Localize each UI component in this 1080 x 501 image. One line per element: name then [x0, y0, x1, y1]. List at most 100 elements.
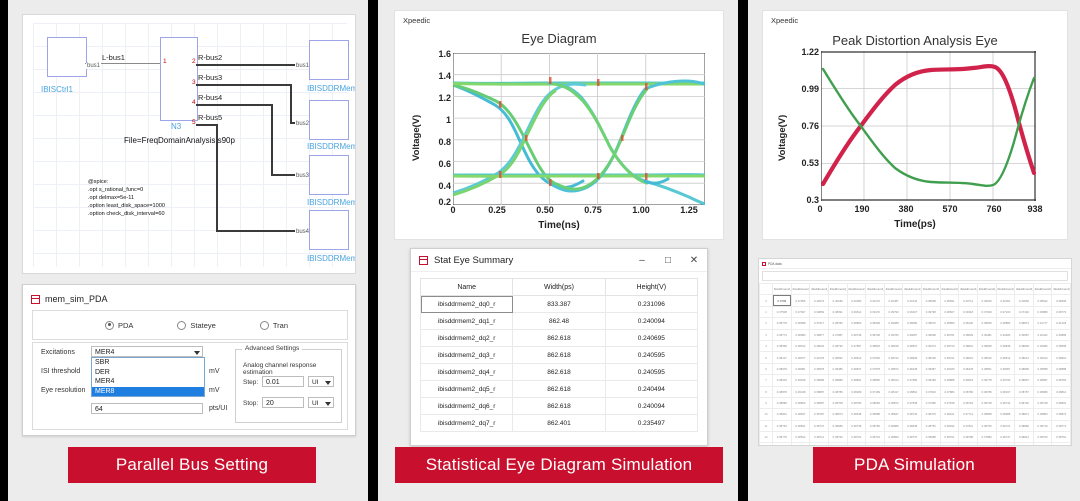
stat-eye-titlebar[interactable]: Stat Eye Summary – □ ✕	[411, 249, 707, 272]
spreadsheet-cell[interactable]: 0.38248	[902, 362, 922, 376]
spreadsheet-cell[interactable]: 0.38820	[790, 396, 811, 410]
spreadsheet-cell[interactable]: 0.37821	[958, 419, 978, 433]
formula-bar[interactable]	[762, 271, 1068, 281]
spreadsheet-cell[interactable]: 0.39087	[921, 362, 941, 376]
spreadsheet-cell[interactable]: 0.38764	[772, 419, 792, 433]
spreadsheet-cell[interactable]: 0.38718	[958, 396, 978, 410]
spreadsheet-cell[interactable]: 0.37607	[790, 305, 811, 319]
spreadsheet-cell[interactable]: 0.40170	[865, 294, 885, 307]
spreadsheet-cell[interactable]: 0.38812	[1014, 431, 1034, 444]
spreadsheet-cell[interactable]: 0.37818	[939, 396, 960, 410]
spreadsheet-cell[interactable]: 0.40422	[1032, 328, 1053, 341]
pda-eye-chart[interactable]: Xpeedic Peak Distortion Analysis Eye Vol…	[762, 10, 1068, 240]
spreadsheet-cell[interactable]: 0.38742	[995, 396, 1016, 410]
spreadsheet-cell[interactable]: 0.37884	[976, 431, 997, 444]
spreadsheet-cell[interactable]: 0.38700	[1032, 431, 1053, 444]
spreadsheet-column-header[interactable]: ibisddrmem0_dq1_r	[939, 282, 960, 296]
dropdown-option-mer8[interactable]: MER8	[92, 386, 204, 396]
spreadsheet-column-header[interactable]: ibisddrmem2_dq7_r	[902, 282, 922, 296]
spreadsheet-cell[interactable]: 0.41418	[1051, 317, 1071, 330]
pda-data-spreadsheet[interactable]: PDA data ibisddrmem2_dq0_ribisddrmem2_dq…	[758, 258, 1072, 446]
spreadsheet-cell[interactable]: 0.40819	[976, 294, 997, 307]
spreadsheet-column-header[interactable]: ibisddrmem0_dq3_r	[976, 282, 997, 296]
mem-sim-pda-dialog[interactable]: mem_sim_PDA PDA Stateye Tran Excitations…	[22, 284, 356, 436]
block-ibisddrmem4[interactable]	[309, 155, 349, 195]
spreadsheet-cell[interactable]: 0.38765	[1032, 442, 1053, 445]
spreadsheet-cell[interactable]: 0.38734	[902, 408, 922, 421]
spreadsheet-cell[interactable]: 0.38780	[846, 396, 867, 410]
spreadsheet-cell[interactable]: 0.37980	[902, 374, 922, 387]
spreadsheet-cell[interactable]: 0.38787	[809, 408, 829, 421]
spreadsheet-cell[interactable]: 0.39780	[883, 328, 904, 341]
spreadsheet-cell[interactable]: 0.39790	[883, 305, 904, 319]
spreadsheet-row-header[interactable]: 1	[759, 305, 773, 319]
spreadsheet-cell[interactable]: 0.38683	[865, 396, 885, 410]
spreadsheet-cell[interactable]: 0.40487	[883, 294, 904, 307]
spreadsheet-cell[interactable]: 0.38773	[1051, 305, 1071, 319]
spreadsheet-cell[interactable]: 0.37848	[902, 396, 922, 410]
spreadsheet-cell[interactable]: 0.38632	[809, 339, 829, 353]
spreadsheet-cell[interactable]: 0.39798	[921, 305, 941, 319]
spreadsheet-cell[interactable]: 0.38848	[995, 339, 1016, 353]
spreadsheet-cell[interactable]: 0.38987	[1032, 374, 1053, 387]
spreadsheet-cell[interactable]: 0.38740	[921, 442, 941, 445]
spreadsheet-cell[interactable]: 0.38648	[902, 419, 922, 433]
spreadsheet-row-header[interactable]: 2	[759, 317, 773, 330]
spreadsheet-column-header[interactable]: ibisddrmem2_dq0_r	[772, 282, 792, 296]
dropdown-option-mer4[interactable]: MER4	[92, 377, 204, 387]
spreadsheet-cell[interactable]: 0.39889	[1051, 328, 1071, 341]
spreadsheet-cell[interactable]: 0.38914	[883, 374, 904, 387]
eye-diagram-chart[interactable]: Xpeedic Eye Diagram Voltage(V) Time(ns) …	[394, 10, 724, 240]
spreadsheet-column-header[interactable]: ibisddrmem0_dq0_r	[921, 282, 941, 296]
spreadsheet-cell[interactable]: 0.38970	[921, 317, 941, 330]
spreadsheet-cell[interactable]: 0.38701	[846, 431, 867, 444]
table-row[interactable]: ibisddrmem2_dq1_r 862.48 0.240094	[419, 312, 699, 330]
block-ibisddrmem2[interactable]	[309, 40, 349, 80]
spreadsheet-column-header[interactable]: ibisddrmem0_dq6_r	[1032, 282, 1053, 296]
spreadsheet-cell[interactable]: 0.38698	[921, 328, 941, 341]
spreadsheet-cell[interactable]: 0.38098	[790, 317, 811, 330]
spreadsheet-cell[interactable]: 0.38890	[939, 317, 960, 330]
spreadsheet-cell[interactable]: 0.39087	[902, 328, 922, 341]
spreadsheet-cell[interactable]: 0.38588	[1032, 362, 1053, 376]
spreadsheet-cell[interactable]: 0.38821	[790, 419, 811, 433]
eye-resolution-input[interactable]: 64	[91, 403, 203, 414]
spreadsheet-row-header[interactable]: 0	[759, 294, 773, 307]
spreadsheet-cell[interactable]: 0.38897	[1014, 374, 1034, 387]
spreadsheet-cell[interactable]: 0.38788	[958, 431, 978, 444]
spreadsheet-cell[interactable]: 0.38918	[883, 339, 904, 353]
spreadsheet-column-header[interactable]: ibisddrmem2_dq6_r	[883, 282, 904, 296]
spreadsheet-cell[interactable]: 0.38721	[995, 419, 1016, 433]
spreadsheet-cell[interactable]: 0.38868	[976, 408, 997, 421]
spreadsheet-column-header[interactable]: ibisddrmem0_dq7_r	[1051, 282, 1071, 296]
spreadsheet-cell[interactable]: 0.38872	[883, 362, 904, 376]
spreadsheet-cell[interactable]: 0.38818	[865, 339, 885, 353]
spreadsheet-cell[interactable]: 0.38891	[846, 374, 867, 387]
spreadsheet-cell[interactable]: 0.38748	[865, 328, 885, 341]
spreadsheet-cell[interactable]: 0.38814	[883, 442, 904, 445]
spreadsheet-cell[interactable]: 0.39348	[790, 385, 811, 398]
spreadsheet-cell[interactable]: 0.39012	[1032, 351, 1053, 364]
spreadsheet-cell[interactable]: 0.38722	[883, 351, 904, 364]
spreadsheet-column-header[interactable]: ibisddrmem2_dq1_r	[790, 282, 811, 296]
spreadsheet-cell[interactable]: 0.38847	[883, 408, 904, 421]
spreadsheet-cell[interactable]: 0.37801	[995, 442, 1016, 445]
table-row[interactable]: ibisddrmem2_dq4_r 862.618 0.240595	[419, 363, 699, 381]
spreadsheet-cell[interactable]: 0.38748	[976, 396, 997, 410]
spreadsheet-cell[interactable]: 0.38712	[902, 442, 922, 445]
spreadsheet-cell[interactable]: 0.38898	[809, 374, 829, 387]
spreadsheet-column-header[interactable]: ibisddrmem2_dq5_r	[865, 282, 885, 296]
spreadsheet-cell[interactable]: 0.38747	[995, 431, 1016, 444]
spreadsheet-cell[interactable]: 0.38919	[772, 374, 792, 387]
spreadsheet-cell[interactable]: 0.37189	[865, 385, 885, 398]
spreadsheet-cell[interactable]: 0.38891	[902, 385, 922, 398]
spreadsheet-cell[interactable]: 0.38091	[827, 305, 848, 319]
spreadsheet-cell[interactable]: 0.38562	[827, 351, 848, 364]
spreadsheet-cell[interactable]: 0.40711	[958, 294, 978, 307]
spreadsheet-cell[interactable]: 0.38780	[958, 385, 978, 398]
spreadsheet-row-header[interactable]: 8	[759, 385, 773, 398]
spreadsheet-cell[interactable]: 0.38882	[1014, 419, 1034, 433]
spreadsheet-cell[interactable]: 0.38612	[976, 351, 997, 364]
spreadsheet-cell[interactable]: 0.38702	[809, 442, 829, 445]
spreadsheet-cell[interactable]: 0.3709	[772, 294, 792, 307]
